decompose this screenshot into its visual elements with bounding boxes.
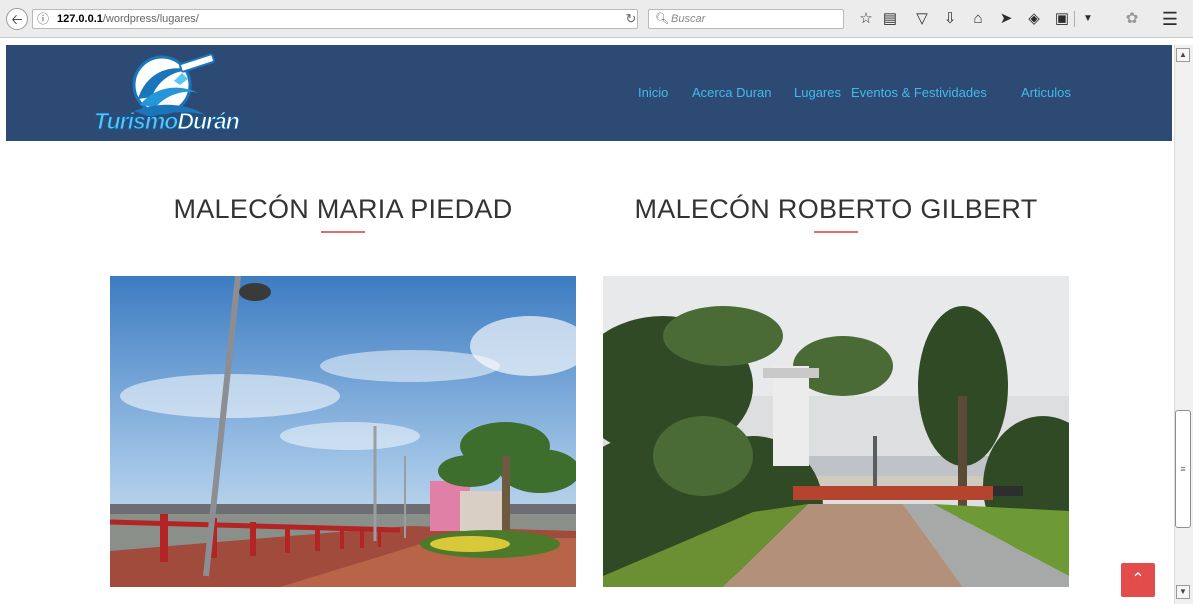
nav-eventos-festividades[interactable]: Eventos & Festividades (851, 85, 987, 100)
scroll-down-arrow-icon[interactable]: ▼ (1176, 585, 1190, 599)
reload-icon[interactable]: ↻ (622, 9, 640, 29)
title-underline (321, 231, 365, 233)
back-arrow-icon[interactable]: 🡠 (6, 8, 28, 30)
search-icon: 🔍︎ (655, 13, 669, 25)
title-underline (814, 231, 858, 233)
place-title: MALECÓN MARIA PIEDAD (173, 194, 513, 224)
back-to-top-button[interactable]: ⌃ (1121, 563, 1155, 597)
place-photo-maria-piedad[interactable] (110, 276, 576, 587)
toolbar-separator (1074, 11, 1075, 27)
address-bar[interactable]: ⓘ 127.0.0.1/wordpress/lugares/ (32, 9, 638, 29)
search-placeholder: Buscar (671, 13, 706, 25)
pocket-icon[interactable]: ▽ (912, 9, 932, 29)
address-url: 127.0.0.1/wordpress/lugares/ (57, 13, 199, 25)
nav-inicio[interactable]: Inicio (638, 85, 668, 100)
bookmark-star-icon[interactable]: ☆ (856, 9, 876, 29)
info-icon[interactable]: ⓘ (37, 10, 49, 28)
clipboard-icon[interactable]: ▣ (1052, 9, 1072, 29)
place-photo-roberto-gilbert[interactable] (603, 276, 1069, 587)
place-title: MALECÓN ROBERTO GILBERT (634, 194, 1038, 224)
search-input[interactable]: 🔍︎ Buscar (648, 9, 844, 29)
send-icon[interactable]: ➤ (996, 9, 1016, 29)
home-icon[interactable]: ⌂ (968, 9, 988, 29)
browser-toolbar: 🡠 ⓘ 127.0.0.1/wordpress/lugares/ ↻ 🔍︎ Bu… (0, 0, 1193, 38)
addon-icon[interactable]: ✿ (1122, 9, 1142, 29)
nav-articulos[interactable]: Articulos (1021, 85, 1071, 100)
dropdown-arrow-icon[interactable]: ▼ (1078, 9, 1098, 29)
site-header: TurismoDurán Inicio Acerca Duran Lugares… (6, 45, 1172, 141)
site-logo[interactable]: TurismoDurán (93, 53, 260, 139)
chevron-up-icon: ⌃ (1131, 571, 1145, 588)
scrollbar-thumb[interactable]: ≡ (1175, 410, 1191, 528)
menu-icon[interactable]: ☰ (1160, 9, 1180, 29)
nav-acerca-duran[interactable]: Acerca Duran (692, 85, 771, 100)
nav-lugares[interactable]: Lugares (794, 85, 841, 100)
extension-icon[interactable]: ◈ (1024, 9, 1044, 29)
download-icon[interactable]: ⇩ (940, 9, 960, 29)
reading-list-icon[interactable]: ▤ (880, 9, 900, 29)
scroll-up-arrow-icon[interactable]: ▲ (1176, 48, 1190, 62)
logo-text: TurismoDurán (93, 108, 240, 135)
